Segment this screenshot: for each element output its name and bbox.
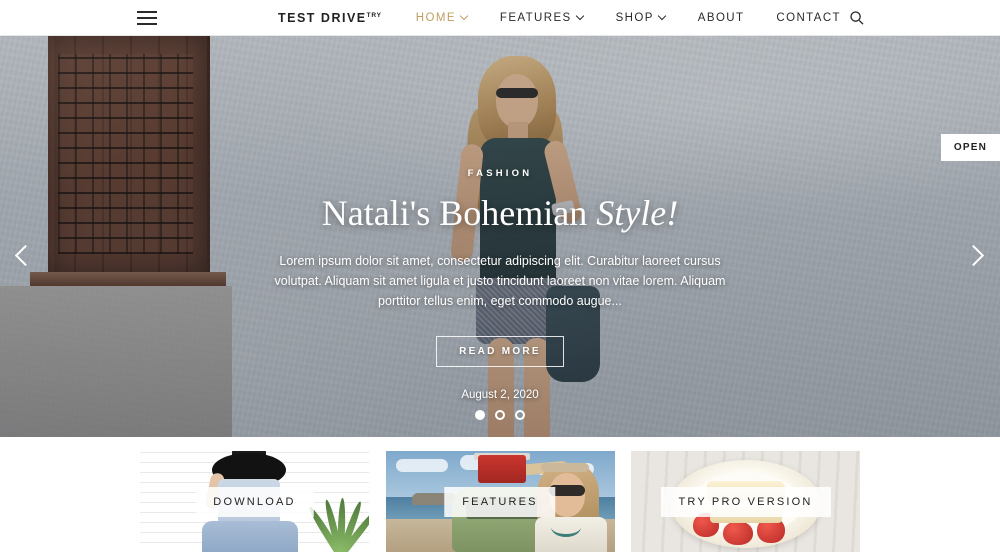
site-logo-superscript: TRY bbox=[366, 11, 382, 19]
hamburger-line bbox=[137, 22, 157, 25]
hero-date: August 2, 2020 bbox=[461, 388, 539, 401]
chevron-down-icon bbox=[577, 13, 584, 20]
slider-prev-button[interactable] bbox=[12, 242, 40, 270]
primary-navigation: TEST DRIVETRY HOME FEATURES SHOP ABOUT C… bbox=[278, 0, 857, 36]
slider-dot-2[interactable] bbox=[495, 410, 505, 420]
slider-dot-3[interactable] bbox=[515, 410, 525, 420]
chevron-left-icon bbox=[14, 244, 37, 267]
nav-item-label: ABOUT bbox=[697, 12, 745, 24]
promo-card-label: DOWNLOAD bbox=[195, 486, 314, 517]
red-cooler bbox=[477, 455, 526, 483]
slider-pagination bbox=[0, 410, 1000, 420]
nav-item-features[interactable]: FEATURES bbox=[500, 12, 584, 24]
nav-item-home[interactable]: HOME bbox=[416, 12, 468, 24]
headband bbox=[540, 463, 589, 472]
promo-cards-section: DOWNLOAD FEATURES TRY PRO VERSION bbox=[0, 437, 1000, 552]
chevron-down-icon bbox=[659, 13, 666, 20]
promo-card-download[interactable]: DOWNLOAD bbox=[140, 451, 369, 552]
hero-title: Natali's Bohemian Style! bbox=[250, 193, 750, 233]
slider-dot-1[interactable] bbox=[475, 410, 485, 420]
promo-card-label: FEATURES bbox=[444, 486, 556, 517]
necklace bbox=[550, 517, 581, 537]
promo-card-features[interactable]: FEATURES bbox=[385, 451, 615, 552]
promo-card-try-pro-version[interactable]: TRY PRO VERSION bbox=[631, 451, 860, 552]
strawberry bbox=[723, 521, 753, 545]
plant-decoration bbox=[305, 484, 369, 552]
site-header: TEST DRIVETRY HOME FEATURES SHOP ABOUT C… bbox=[0, 0, 1000, 36]
hamburger-menu-icon[interactable] bbox=[137, 10, 157, 25]
hero-slider: FASHION Natali's Bohemian Style! Lorem i… bbox=[0, 36, 1000, 437]
nav-item-label: SHOP bbox=[615, 12, 654, 24]
cloud bbox=[395, 459, 448, 472]
nav-item-label: HOME bbox=[415, 12, 456, 24]
chevron-right-icon bbox=[962, 244, 985, 267]
hamburger-line bbox=[137, 16, 157, 19]
hero-description: Lorem ipsum dolor sit amet, consectetur … bbox=[274, 253, 726, 309]
hero-content: FASHION Natali's Bohemian Style! Lorem i… bbox=[0, 168, 1000, 401]
jeans bbox=[202, 521, 298, 552]
hero-category-label: FASHION bbox=[467, 168, 533, 179]
promo-card-label: TRY PRO VERSION bbox=[660, 486, 831, 517]
hero-title-main: Natali's Bohemian bbox=[321, 193, 597, 233]
nav-item-shop[interactable]: SHOP bbox=[616, 12, 666, 24]
nav-item-label: CONTACT bbox=[776, 12, 841, 24]
site-logo[interactable]: TEST DRIVETRY bbox=[278, 11, 382, 25]
nav-item-about[interactable]: ABOUT bbox=[698, 12, 745, 24]
hamburger-line bbox=[137, 10, 157, 13]
nav-item-label: FEATURES bbox=[499, 12, 572, 24]
open-panel-tab[interactable]: OPEN bbox=[940, 134, 1000, 161]
promo-cards-row: DOWNLOAD FEATURES TRY PRO VERSION bbox=[140, 451, 860, 552]
nav-item-contact[interactable]: CONTACT bbox=[776, 12, 841, 24]
read-more-button[interactable]: READ MORE bbox=[436, 335, 564, 367]
site-logo-text: TEST DRIVE bbox=[278, 11, 367, 25]
chevron-down-icon bbox=[461, 13, 468, 20]
slider-next-button[interactable] bbox=[960, 242, 988, 270]
search-icon[interactable] bbox=[849, 10, 865, 26]
hero-title-emphasis: Style! bbox=[596, 193, 679, 233]
